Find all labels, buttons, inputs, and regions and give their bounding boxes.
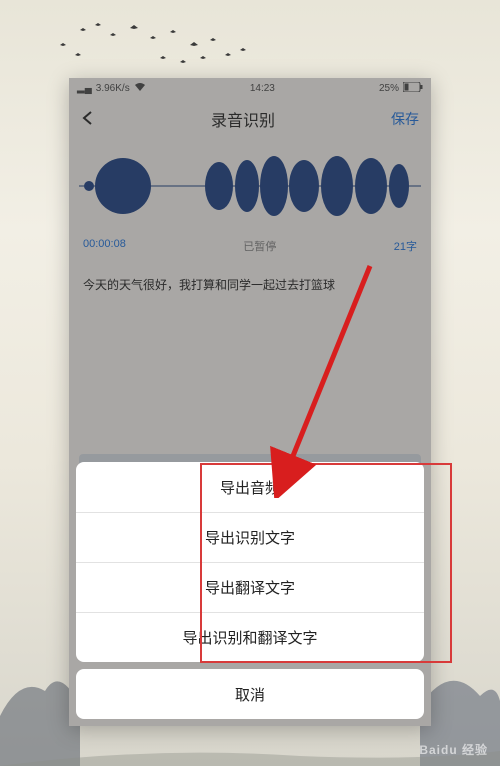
back-button[interactable] — [81, 108, 95, 131]
decorative-birds — [0, 10, 500, 80]
transcript-text: 今天的天气很好，我打算和同学一起过去打篮球 — [69, 264, 431, 306]
export-translated-text-option[interactable]: 导出翻译文字 — [76, 562, 424, 612]
playback-status: 已暂停 — [126, 238, 394, 254]
signal-icon: ▂▄ — [77, 83, 92, 94]
timecode: 00:00:08 — [83, 238, 126, 254]
word-count: 21字 — [394, 238, 417, 254]
clock: 14:23 — [250, 83, 275, 94]
action-sheet-group: 导出音频 导出识别文字 导出翻译文字 导出识别和翻译文字 — [76, 462, 424, 662]
export-action-sheet: 导出音频 导出识别文字 导出翻译文字 导出识别和翻译文字 取消 — [76, 462, 424, 719]
cancel-button[interactable]: 取消 — [76, 669, 424, 719]
playback-info: 00:00:08 已暂停 21字 — [69, 232, 431, 264]
battery-icon — [403, 82, 423, 95]
export-audio-option[interactable]: 导出音频 — [76, 462, 424, 512]
watermark: Baidu 经验 — [419, 741, 488, 758]
save-button[interactable]: 保存 — [391, 109, 419, 129]
phone-frame: ▂▄ 3.96K/s 14:23 25% 录音识别 保存 — [69, 78, 431, 726]
network-speed: 3.96K/s — [96, 83, 130, 94]
audio-waveform[interactable] — [69, 140, 431, 232]
page-title: 录音识别 — [95, 107, 391, 131]
battery-percent: 25% — [379, 83, 399, 94]
export-recognized-text-option[interactable]: 导出识别文字 — [76, 512, 424, 562]
wifi-icon — [134, 82, 146, 95]
nav-bar: 录音识别 保存 — [69, 98, 431, 140]
status-bar: ▂▄ 3.96K/s 14:23 25% — [69, 78, 431, 98]
export-both-text-option[interactable]: 导出识别和翻译文字 — [76, 612, 424, 662]
